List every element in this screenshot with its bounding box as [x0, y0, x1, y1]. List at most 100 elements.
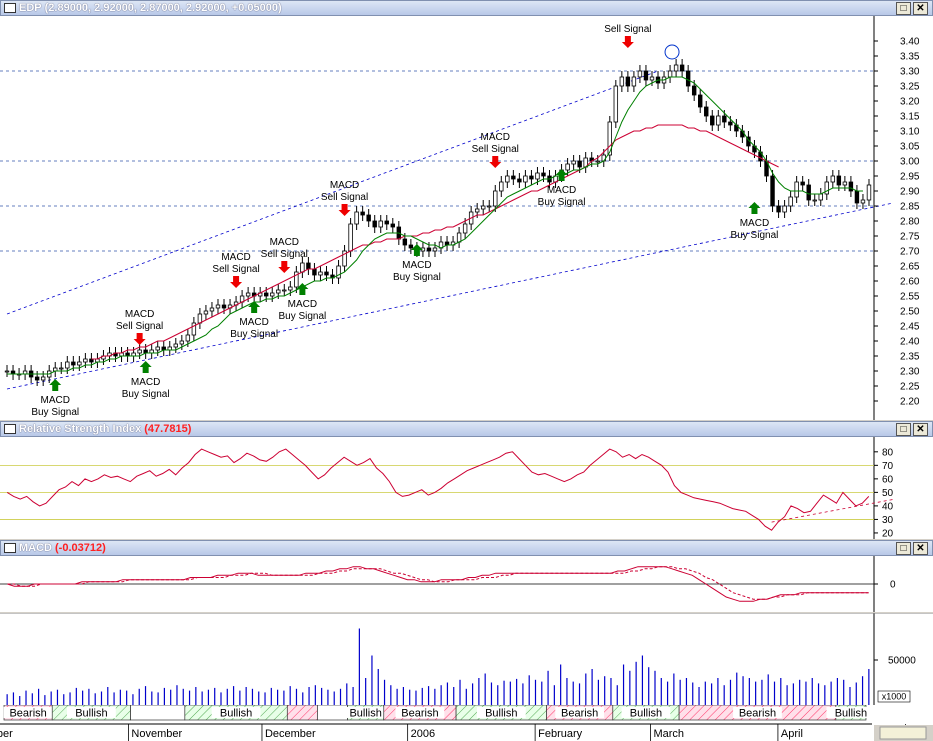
price-titlebar[interactable]: EDP (2.89000, 2.92000, 2.87000, 2.92000,…: [0, 0, 933, 16]
close-button[interactable]: ✕: [913, 2, 928, 15]
y-tick-label: 30: [882, 515, 894, 526]
scroll-box: [879, 726, 927, 740]
restore-button[interactable]: □: [896, 2, 911, 15]
macd-panel-value: (-0.03712): [55, 542, 106, 554]
macd-panel: MACD (-0.03712) □ ✕ 0: [0, 540, 933, 612]
candle-body: [270, 292, 275, 297]
macd-titlebar[interactable]: MACD (-0.03712) □ ✕: [0, 540, 933, 556]
y-tick-label: 0: [890, 580, 896, 591]
x-tick-label: March: [653, 728, 684, 740]
y-tick-label: 2.60: [900, 277, 920, 288]
rsi-chart: 20 30 40 50 60 70 80: [0, 437, 933, 539]
candle-body: [631, 76, 637, 87]
candle-body: [59, 367, 64, 370]
candle-body: [34, 376, 40, 381]
sentiment-label: Bearish: [561, 708, 598, 720]
candle-body: [577, 160, 582, 168]
candle-body: [541, 172, 546, 177]
candle-body: [679, 64, 685, 72]
candle-body: [336, 265, 341, 279]
candle-body: [866, 184, 872, 201]
candle-body: [493, 190, 498, 207]
signal-label: Sell Signal: [212, 264, 259, 275]
y-tick-label: 60: [882, 474, 894, 485]
candle-body: [685, 70, 691, 87]
volume-chart: 50000 x1000: [0, 613, 933, 705]
candle-body: [601, 154, 606, 162]
candle-body: [276, 289, 281, 294]
signal-label: MACD: [125, 309, 154, 320]
y-tick-label: 2.25: [900, 382, 920, 393]
sentiment-and-date-axis: Bearish Bullish Bullish Bullish Bearish Bulli…: [0, 705, 933, 741]
signal-label: MACD: [288, 299, 317, 310]
price-panel-title: EDP: [19, 2, 42, 14]
candle-body: [71, 361, 76, 366]
volume-panel: 50000 x1000: [0, 613, 933, 705]
candle-body: [800, 181, 805, 186]
y-tick-label: 2.55: [900, 292, 920, 303]
candle-body: [456, 232, 462, 243]
sentiment-segment: [286, 705, 318, 721]
candle-body: [842, 181, 848, 186]
candle-body: [77, 361, 82, 366]
candle-body: [523, 175, 528, 183]
candle-body: [324, 271, 329, 276]
candle-body: [788, 196, 793, 207]
candle-body: [462, 223, 468, 234]
candle-body: [673, 64, 679, 72]
candle-body: [215, 304, 221, 309]
candle-body: [312, 268, 317, 276]
signal-label: MACD: [402, 260, 431, 271]
candle-body: [595, 160, 600, 163]
y-tick-label: 2.65: [900, 262, 920, 273]
candle-body: [704, 106, 709, 117]
candle-body: [691, 85, 697, 96]
y-tick-label: 3.40: [900, 37, 920, 48]
candle-body: [818, 193, 823, 201]
candle-body: [667, 70, 673, 78]
candle-body: [571, 160, 576, 165]
candle-body: [83, 358, 88, 363]
signal-label: MACD: [239, 317, 268, 328]
candle-body: [372, 220, 377, 228]
macd-panel-title: MACD: [19, 542, 52, 554]
candle-body: [474, 208, 480, 213]
candle-body: [408, 244, 414, 249]
sentiment-segment: [130, 705, 186, 721]
y-tick-label: 20: [882, 528, 894, 539]
y-tick-label: 2.75: [900, 232, 920, 243]
y-tick-label: 50: [882, 488, 894, 499]
candle-body: [179, 340, 185, 345]
candle-body: [806, 184, 811, 201]
candle-body: [40, 376, 46, 381]
candle-body: [378, 220, 383, 228]
close-button[interactable]: ✕: [913, 542, 928, 555]
candle-body: [782, 205, 787, 213]
signal-label: Sell Signal: [261, 249, 308, 260]
close-button[interactable]: ✕: [913, 423, 928, 436]
signal-label: Buy Signal: [230, 329, 278, 340]
candle-body: [209, 307, 215, 312]
signal-label: Sell Signal: [604, 24, 651, 35]
candle-body: [65, 361, 70, 369]
sentiment-label: Bullish: [630, 708, 662, 720]
x-tick-label: 2006: [411, 728, 435, 740]
y-tick-label: 50000: [888, 656, 916, 667]
price-panel: EDP (2.89000, 2.92000, 2.87000, 2.92000,…: [0, 0, 933, 420]
candle-body: [830, 175, 836, 183]
candle-body: [619, 76, 625, 87]
rsi-panel: Relative Strength Index (47.7815) □ ✕ 20…: [0, 421, 933, 539]
signal-label: MACD: [221, 252, 250, 263]
restore-button[interactable]: □: [896, 423, 911, 436]
signal-label: MACD: [330, 180, 359, 191]
rsi-titlebar[interactable]: Relative Strength Index (47.7815) □ ✕: [0, 421, 933, 437]
y-tick-label: 3.30: [900, 67, 920, 78]
candle-body: [203, 310, 209, 315]
restore-button[interactable]: □: [896, 542, 911, 555]
x-tick-label: December: [265, 728, 316, 740]
sentiment-label: Bearish: [401, 708, 438, 720]
sentiment-label: Bullish: [835, 708, 867, 720]
sentiment-label: Bearish: [9, 708, 46, 720]
candle-body: [487, 205, 492, 208]
sentiment-label: Bearish: [739, 708, 776, 720]
